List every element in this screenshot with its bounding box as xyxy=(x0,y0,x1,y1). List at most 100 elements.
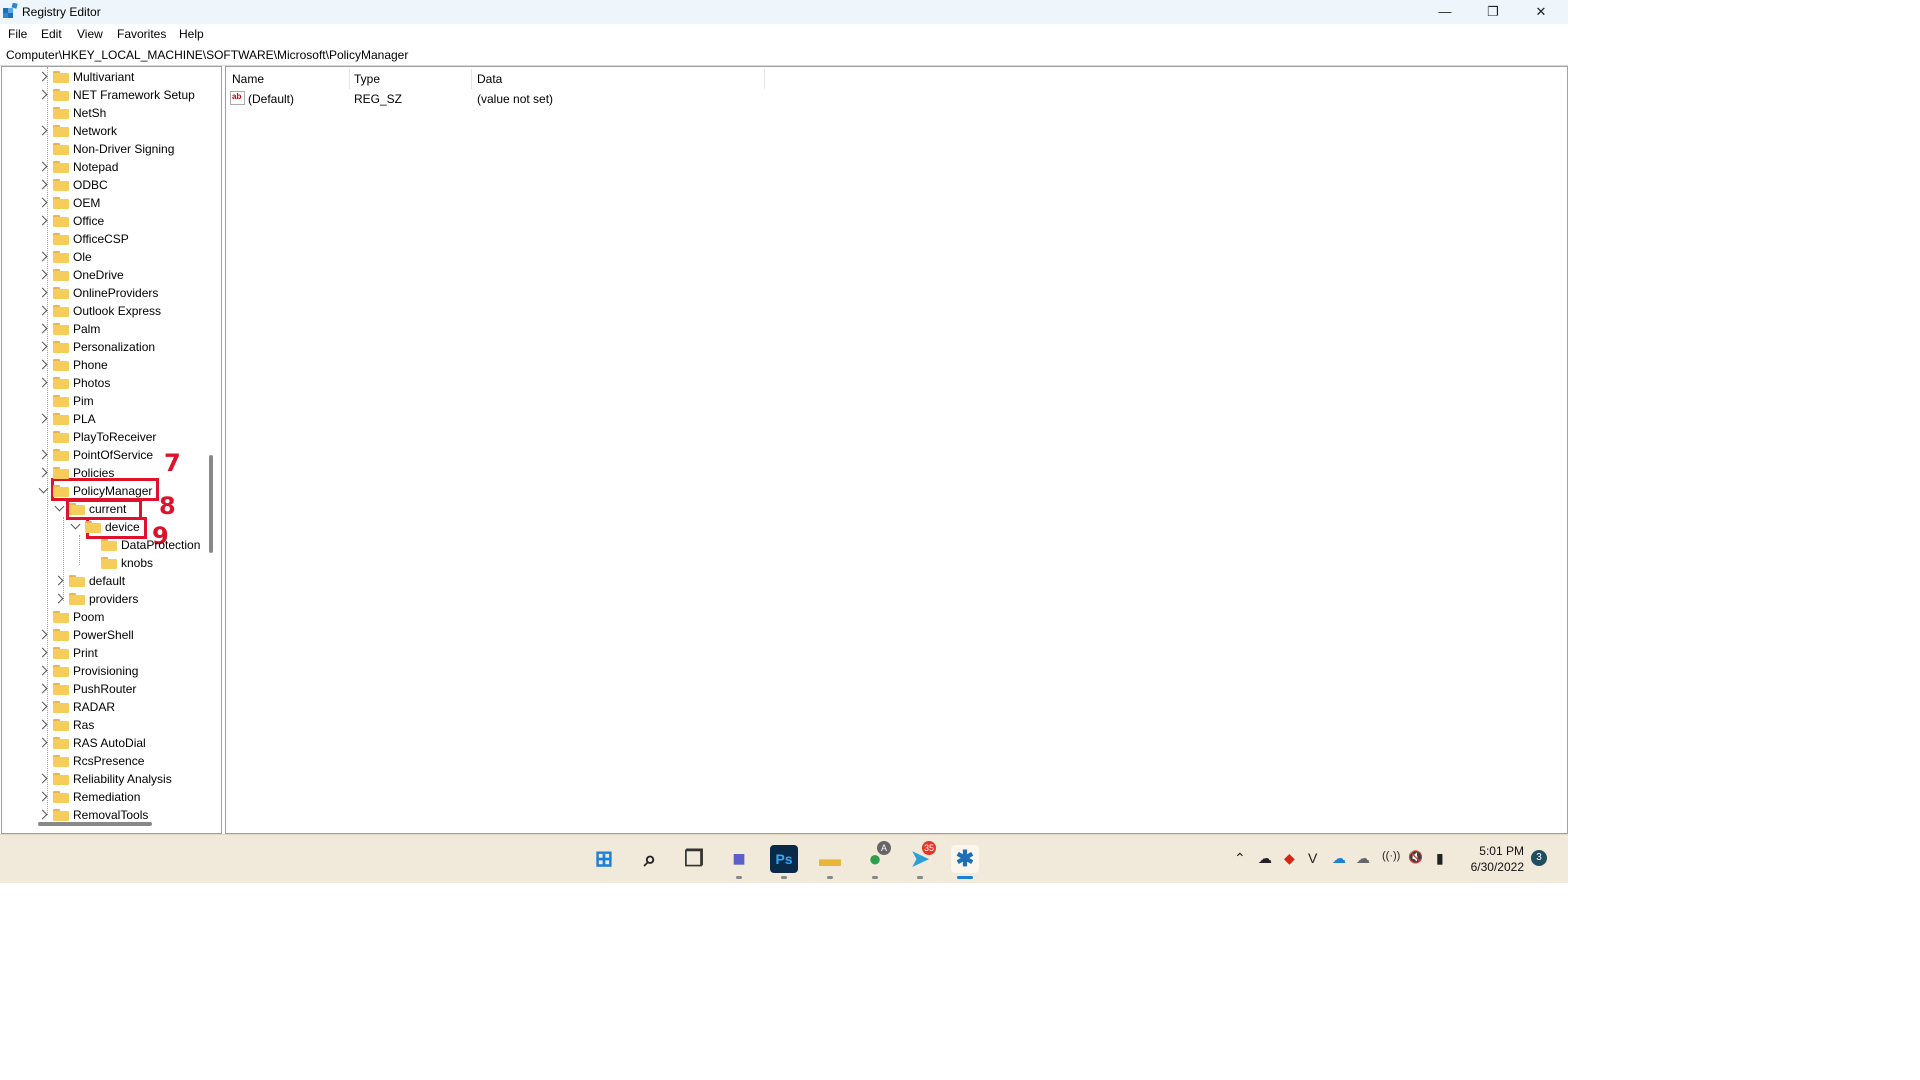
chevron-right-icon[interactable] xyxy=(37,719,48,730)
tree-node-ras[interactable]: Ras xyxy=(2,716,207,734)
tree-node-pla[interactable]: PLA xyxy=(2,410,207,428)
tray-app-icon[interactable]: V xyxy=(1308,850,1317,866)
restore-button[interactable]: ❐ xyxy=(1470,0,1516,24)
address-path[interactable]: Computer\HKEY_LOCAL_MACHINE\SOFTWARE\Mic… xyxy=(6,48,408,62)
tree-node-default[interactable]: default xyxy=(2,572,207,590)
tree-node-multivariant[interactable]: Multivariant xyxy=(2,68,207,86)
chevron-right-icon[interactable] xyxy=(37,647,48,658)
chevron-right-icon[interactable] xyxy=(37,377,48,388)
task-view-icon[interactable]: ❐ xyxy=(680,845,708,873)
chevron-down-icon[interactable] xyxy=(70,519,81,530)
address-bar[interactable]: Computer\HKEY_LOCAL_MACHINE\SOFTWARE\Mic… xyxy=(0,44,1568,66)
chevron-right-icon[interactable] xyxy=(37,773,48,784)
tree-node-network[interactable]: Network xyxy=(2,122,207,140)
column-divider[interactable] xyxy=(764,69,765,89)
wifi-icon[interactable]: ((·)) xyxy=(1382,850,1400,862)
chevron-right-icon[interactable] xyxy=(37,413,48,424)
photoshop-icon[interactable]: Ps xyxy=(770,845,798,873)
tree-node-providers[interactable]: providers xyxy=(2,590,207,608)
chevron-right-icon[interactable] xyxy=(37,341,48,352)
values-pane[interactable]: Name Type Data ab (Default) REG_SZ (valu… xyxy=(225,66,1568,834)
tray-app-icon[interactable]: ◆ xyxy=(1284,850,1295,867)
column-header-data[interactable]: Data xyxy=(477,72,502,86)
tree-node-non-driver-signing[interactable]: Non-Driver Signing xyxy=(2,140,207,158)
chevron-right-icon[interactable] xyxy=(37,665,48,676)
tree-node-notepad[interactable]: Notepad xyxy=(2,158,207,176)
chat-icon[interactable]: ■ xyxy=(725,845,753,873)
tree-node-rcspresence[interactable]: RcsPresence xyxy=(2,752,207,770)
tree-node-phone[interactable]: Phone xyxy=(2,356,207,374)
tree-node-net-framework-setup[interactable]: NET Framework Setup xyxy=(2,86,207,104)
menu-favorites[interactable]: Favorites xyxy=(117,27,166,41)
column-header-name[interactable]: Name xyxy=(232,72,264,86)
search-icon[interactable]: ⌕ xyxy=(636,845,664,873)
chevron-right-icon[interactable] xyxy=(37,701,48,712)
tree-node-reliability-analysis[interactable]: Reliability Analysis xyxy=(2,770,207,788)
tree-vertical-scrollbar[interactable] xyxy=(209,455,213,553)
tree-node-powershell[interactable]: PowerShell xyxy=(2,626,207,644)
chevron-right-icon[interactable] xyxy=(37,737,48,748)
volume-muted-icon[interactable]: 🔇 xyxy=(1408,850,1423,864)
tree-node-print[interactable]: Print xyxy=(2,644,207,662)
tree-node-playtoreceiver[interactable]: PlayToReceiver xyxy=(2,428,207,446)
tray-app-icon[interactable]: ☁ xyxy=(1258,850,1272,867)
chevron-right-icon[interactable] xyxy=(37,629,48,640)
column-divider[interactable] xyxy=(349,69,350,89)
close-button[interactable]: ✕ xyxy=(1518,0,1564,24)
registry-editor-icon[interactable]: ✱ xyxy=(951,845,979,873)
tree-node-provisioning[interactable]: Provisioning xyxy=(2,662,207,680)
minimize-button[interactable]: — xyxy=(1422,0,1468,24)
tree-node-ole[interactable]: Ole xyxy=(2,248,207,266)
tree-node-onlineproviders[interactable]: OnlineProviders xyxy=(2,284,207,302)
chevron-right-icon[interactable] xyxy=(37,89,48,100)
tree-node-poom[interactable]: Poom xyxy=(2,608,207,626)
menu-view[interactable]: View xyxy=(77,27,103,41)
notification-badge[interactable]: 3 xyxy=(1531,850,1547,866)
chevron-right-icon[interactable] xyxy=(37,71,48,82)
chevron-right-icon[interactable] xyxy=(37,269,48,280)
show-hidden-icons-icon[interactable]: ⌃ xyxy=(1234,850,1246,867)
chevron-right-icon[interactable] xyxy=(37,809,48,820)
chevron-right-icon[interactable] xyxy=(37,179,48,190)
file-explorer-icon[interactable]: ▬ xyxy=(816,845,844,873)
tree-node-policies[interactable]: Policies xyxy=(2,464,207,482)
chevron-right-icon[interactable] xyxy=(37,161,48,172)
menu-help[interactable]: Help xyxy=(179,27,204,41)
tree-node-office[interactable]: Office xyxy=(2,212,207,230)
tree-node-photos[interactable]: Photos xyxy=(2,374,207,392)
tree-node-pointofservice[interactable]: PointOfService xyxy=(2,446,207,464)
cloud-icon[interactable]: ☁ xyxy=(1356,850,1370,867)
chevron-right-icon[interactable] xyxy=(37,359,48,370)
chevron-right-icon[interactable] xyxy=(37,251,48,262)
battery-icon[interactable]: ▮ xyxy=(1436,850,1444,867)
tree-node-outlook-express[interactable]: Outlook Express xyxy=(2,302,207,320)
tree-node-device[interactable]: device xyxy=(2,518,207,536)
tree-node-current[interactable]: current xyxy=(2,500,207,518)
tree-node-netsh[interactable]: NetSh xyxy=(2,104,207,122)
menu-edit[interactable]: Edit xyxy=(41,27,62,41)
column-header-type[interactable]: Type xyxy=(354,72,380,86)
chevron-right-icon[interactable] xyxy=(37,323,48,334)
clock[interactable]: 5:01 PM 6/30/2022 xyxy=(1471,843,1524,875)
tree-node-knobs[interactable]: knobs xyxy=(2,554,207,572)
menu-file[interactable]: File xyxy=(8,27,27,41)
tree-node-odbc[interactable]: ODBC xyxy=(2,176,207,194)
chevron-down-icon[interactable] xyxy=(38,483,49,494)
tree-node-palm[interactable]: Palm xyxy=(2,320,207,338)
chevron-right-icon[interactable] xyxy=(37,791,48,802)
chevron-right-icon[interactable] xyxy=(37,197,48,208)
chevron-right-icon[interactable] xyxy=(37,305,48,316)
tree-node-personalization[interactable]: Personalization xyxy=(2,338,207,356)
tree-node-remediation[interactable]: Remediation xyxy=(2,788,207,806)
tree-node-pushrouter[interactable]: PushRouter xyxy=(2,680,207,698)
column-divider[interactable] xyxy=(471,69,472,89)
tree-node-officecsp[interactable]: OfficeCSP xyxy=(2,230,207,248)
tree-node-ras-autodial[interactable]: RAS AutoDial xyxy=(2,734,207,752)
chevron-right-icon[interactable] xyxy=(37,215,48,226)
tree-node-removaltools[interactable]: RemovalTools xyxy=(2,806,207,824)
onedrive-icon[interactable]: ☁ xyxy=(1332,850,1346,867)
chevron-down-icon[interactable] xyxy=(54,501,65,512)
chevron-right-icon[interactable] xyxy=(37,287,48,298)
chevron-right-icon[interactable] xyxy=(53,575,64,586)
tree-node-onedrive[interactable]: OneDrive xyxy=(2,266,207,284)
